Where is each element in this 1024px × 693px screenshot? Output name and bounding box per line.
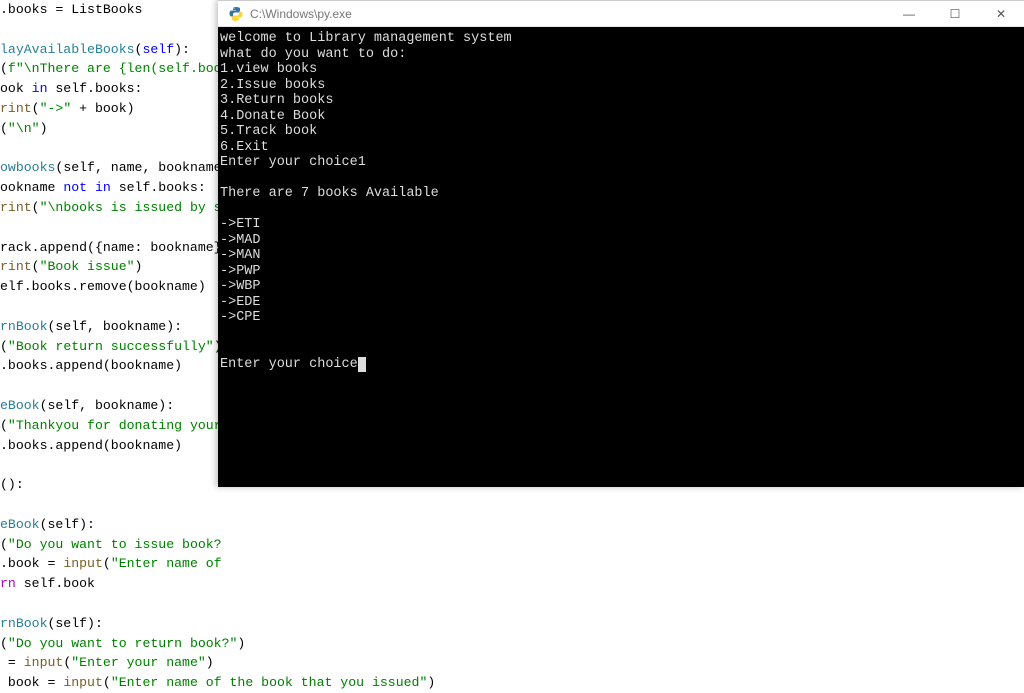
code-line[interactable]: rnBook(self): (0, 614, 1024, 634)
terminal-line (220, 171, 1022, 187)
python-icon (226, 4, 246, 24)
code-line[interactable]: rn self.book (0, 574, 1024, 594)
close-button[interactable]: ✕ (978, 1, 1024, 26)
terminal-line: ->MAN (220, 248, 1022, 264)
window-buttons: — ☐ ✕ (886, 1, 1024, 26)
terminal-line: 3.Return books (220, 93, 1022, 109)
console-window: C:\Windows\py.exe — ☐ ✕ welcome to Libra… (218, 0, 1024, 487)
terminal-line: ->WBP (220, 279, 1022, 295)
terminal-line: ->CPE (220, 310, 1022, 326)
terminal-line: Enter your choice (220, 357, 1022, 373)
code-line[interactable]: ("Do you want to return book?") (0, 634, 1024, 654)
terminal-line: 2.Issue books (220, 78, 1022, 94)
terminal-line: There are 7 books Available (220, 186, 1022, 202)
terminal-line: ->EDE (220, 295, 1022, 311)
terminal-line: Enter your choice1 (220, 155, 1022, 171)
terminal-line: what do you want to do: (220, 47, 1022, 63)
code-line[interactable]: ("Do you want to issue book? (0, 535, 1024, 555)
code-line[interactable] (0, 594, 1024, 614)
maximize-button[interactable]: ☐ (932, 1, 978, 26)
terminal-line: 1.view books (220, 62, 1022, 78)
terminal-line: 4.Donate Book (220, 109, 1022, 125)
window-title: C:\Windows\py.exe (250, 7, 886, 21)
terminal-line: ->PWP (220, 264, 1022, 280)
terminal-line: welcome to Library management system (220, 31, 1022, 47)
minimize-button[interactable]: — (886, 1, 932, 26)
terminal-line (220, 341, 1022, 357)
terminal-line: ->ETI (220, 217, 1022, 233)
code-line[interactable]: = input("Enter your name") (0, 653, 1024, 673)
terminal-line: 6.Exit (220, 140, 1022, 156)
code-line[interactable]: .book = input("Enter name of (0, 554, 1024, 574)
code-line[interactable]: eBook(self): (0, 515, 1024, 535)
cursor (358, 357, 366, 372)
titlebar[interactable]: C:\Windows\py.exe — ☐ ✕ (218, 1, 1024, 27)
code-line[interactable]: book = input("Enter name of the book tha… (0, 673, 1024, 693)
terminal-output[interactable]: welcome to Library management systemwhat… (218, 27, 1024, 487)
code-line[interactable] (0, 495, 1024, 515)
terminal-line (220, 202, 1022, 218)
terminal-line (220, 326, 1022, 342)
terminal-line: 5.Track book (220, 124, 1022, 140)
terminal-line: ->MAD (220, 233, 1022, 249)
